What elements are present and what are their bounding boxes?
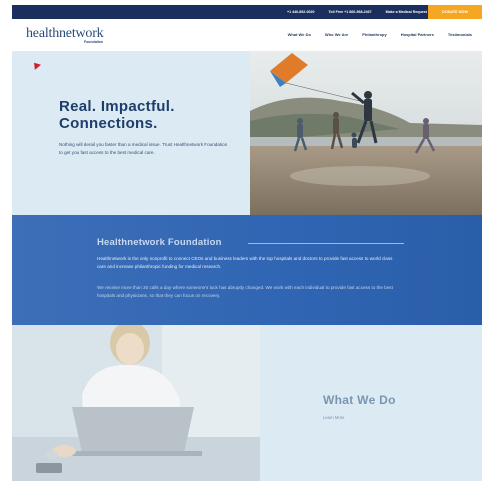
phone-link[interactable]: +1 440-892-0020 (287, 10, 314, 14)
utility-bar: +1 440-892-0020 Toll Free +1 866-968-246… (12, 5, 482, 19)
nav-item-philanthropy[interactable]: Philanthropy (362, 32, 386, 37)
learn-more-link[interactable]: Learn More (323, 415, 344, 420)
band-title: Healthnetwork Foundation (97, 237, 222, 248)
nav-item-hospital-partners[interactable]: Hospital Partners (401, 32, 434, 37)
foundation-band: Healthnetwork Foundation Healthnetwork i… (12, 215, 482, 325)
arrow-icon (31, 60, 41, 70)
hero-photo (250, 51, 482, 215)
hero-title-line-1: Real. Impactful. (59, 98, 175, 115)
laptop-photo (12, 325, 260, 481)
hero-title: Real. Impactful. Connections. (59, 98, 239, 132)
band-divider (248, 243, 404, 244)
what-we-do-title: What We Do (323, 393, 396, 407)
band-paragraph-2: We receive more than 20 calls a day wher… (97, 285, 393, 298)
hero-title-line-2: Connections. (59, 115, 158, 132)
nav-item-what-we-do[interactable]: What We Do (288, 32, 311, 37)
nav-item-testimonials[interactable]: Testimonials (448, 32, 472, 37)
site-header: healthnetwork Foundation What We Do Who … (12, 19, 482, 51)
tollfree-link[interactable]: Toll Free +1 866-968-2467 (328, 10, 371, 14)
logo-subtitle: Foundation (84, 40, 104, 44)
what-we-do-panel: What We Do Learn More (260, 325, 482, 481)
main-nav: What We Do Who We Are Philanthropy Hospi… (288, 32, 472, 37)
woman-laptop-image (12, 325, 260, 481)
beach-family-image (250, 51, 482, 215)
nav-item-who-we-are[interactable]: Who We Are (325, 32, 348, 37)
hero-text-panel: Real. Impactful. Connections. Nothing wi… (12, 51, 250, 215)
donate-button[interactable]: DONATE NOW (428, 5, 482, 19)
utility-links: +1 440-892-0020 Toll Free +1 866-968-246… (287, 5, 427, 19)
band-paragraph-1: Healthnetwork is the only nonprofit to c… (97, 256, 393, 269)
medical-request-link[interactable]: Make a Medical Request (386, 10, 427, 14)
hero-description: Nothing will derail you faster than a me… (59, 142, 228, 155)
